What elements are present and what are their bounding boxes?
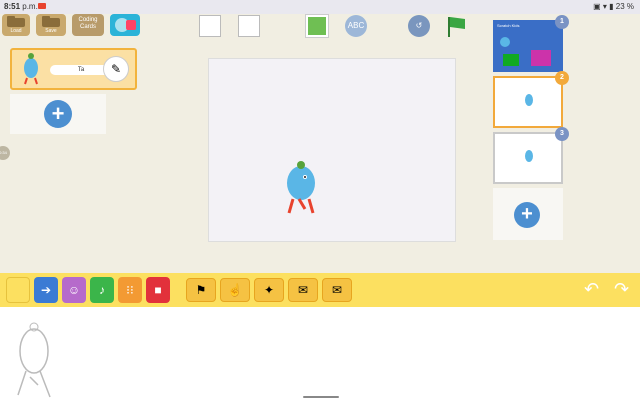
text-tool-icon[interactable]: ABC: [345, 15, 367, 37]
home-indicator[interactable]: [303, 396, 339, 398]
bump-block[interactable]: ✦: [254, 278, 284, 302]
page-number-1: 1: [555, 15, 569, 29]
green-flag-button[interactable]: [446, 15, 466, 37]
triggering-category-icon[interactable]: [6, 277, 30, 303]
block-palette: ➔ ☺ ♪ ⁝⁝ ■ ⚑ ☝ ✦ ✉ ✉ ↶ ↷: [0, 273, 640, 307]
page-2-preview: [525, 94, 533, 106]
end-category-icon[interactable]: ■: [146, 277, 170, 303]
sound-category-icon[interactable]: ♪: [90, 277, 114, 303]
motion-category-icon[interactable]: ➔: [34, 277, 58, 303]
save-button[interactable]: Save: [36, 14, 66, 36]
folder-icon: [7, 16, 25, 27]
load-button[interactable]: Load: [2, 14, 30, 36]
add-page-panel: +: [493, 188, 563, 240]
page-thumb-2[interactable]: 2: [493, 71, 569, 128]
page-1-title: Scratch Kids: [497, 23, 520, 28]
stage-sprite-character[interactable]: [281, 159, 321, 219]
coding-cards-button[interactable]: Coding Cards: [72, 14, 104, 36]
paint-brush-icon[interactable]: ✎: [103, 56, 129, 82]
puzzle-graphic: [115, 18, 136, 32]
message-receive-block[interactable]: ✉: [322, 278, 352, 302]
status-right: ▣ ▾ ▮ 23 %: [593, 2, 634, 11]
looks-category-icon[interactable]: ☺: [62, 277, 86, 303]
status-bar: 8:51 p.m. ▣ ▾ ▮ 23 %: [0, 0, 640, 14]
puzzle-icon[interactable]: [110, 14, 140, 36]
grid-button[interactable]: [238, 15, 260, 37]
status-time: 8:51 p.m.: [4, 2, 38, 11]
page-thumb-1[interactable]: Scratch Kids 1: [493, 15, 569, 72]
green-flag-block[interactable]: ⚑: [186, 278, 216, 302]
add-sprite-button[interactable]: +: [44, 100, 72, 128]
recording-icon: [38, 3, 46, 9]
tap-block[interactable]: ☝: [220, 278, 250, 302]
reset-icon[interactable]: ↺: [408, 15, 430, 37]
page-number-3: 3: [555, 127, 569, 141]
fullscreen-button[interactable]: [199, 15, 221, 37]
time-ampm: p.m.: [22, 2, 38, 11]
control-category-icon[interactable]: ⁝⁝: [118, 277, 142, 303]
battery-label: 23 %: [615, 2, 634, 11]
stage[interactable]: [208, 58, 456, 242]
sprite-card[interactable]: Ta ✎: [10, 48, 137, 90]
page-number-2: 2: [555, 71, 569, 85]
time-value: 8:51: [4, 2, 21, 11]
side-tab-handle[interactable]: 0:34: [0, 146, 10, 160]
add-page-button[interactable]: +: [514, 202, 540, 228]
message-send-block[interactable]: ✉: [288, 278, 318, 302]
load-label: Load: [10, 28, 22, 34]
redo-icon[interactable]: ↷: [614, 279, 629, 300]
save-label: Save: [45, 28, 57, 34]
page-3-preview: [525, 150, 533, 162]
page-thumb-3[interactable]: 3: [493, 127, 569, 184]
script-sprite-outline: [17, 322, 51, 398]
sprite-thumb-icon: [24, 53, 38, 85]
background-button[interactable]: [306, 15, 328, 37]
flag-icon: [448, 17, 465, 37]
undo-icon[interactable]: ↶: [584, 279, 599, 300]
script-area[interactable]: [0, 307, 640, 400]
page-1-preview: [500, 37, 551, 66]
folder-save-icon: [42, 16, 60, 27]
add-sprite-panel: +: [10, 94, 106, 134]
